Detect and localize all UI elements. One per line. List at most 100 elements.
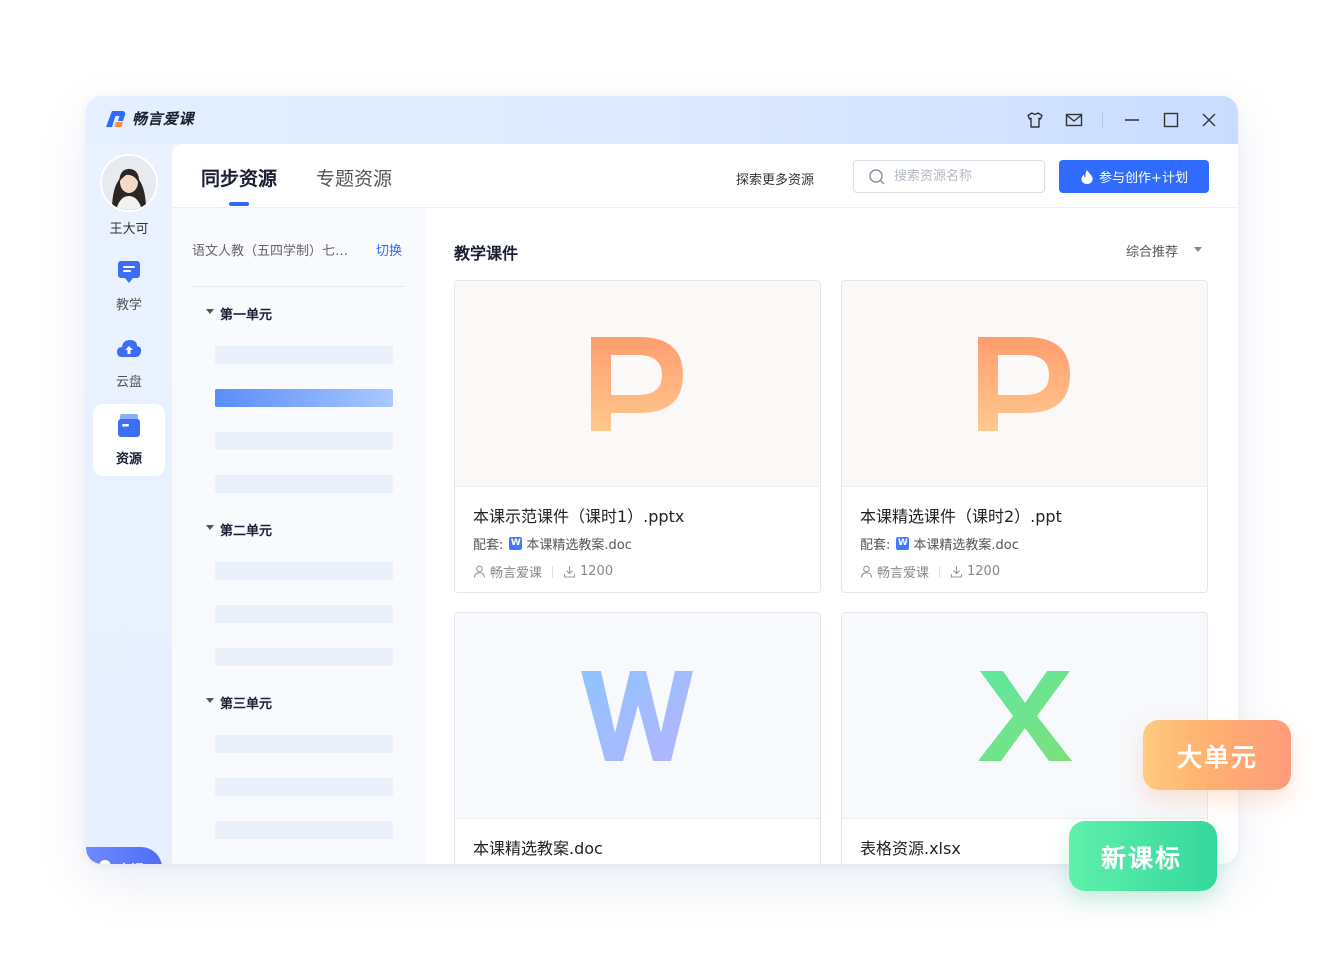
sort-dropdown[interactable]: 综合推荐: [1126, 241, 1178, 260]
expand-arrow-icon[interactable]: [206, 309, 214, 314]
matching-label: 配套:: [860, 538, 891, 553]
lesson-item[interactable]: [215, 735, 393, 753]
lesson-item[interactable]: [215, 648, 393, 666]
download-icon: [563, 566, 576, 578]
app-name: 畅言爱课: [132, 110, 195, 128]
shirt-icon[interactable]: [1025, 110, 1045, 130]
file-name: 本课精选教案.doc: [473, 839, 603, 858]
unit-title[interactable]: 第二单元: [220, 520, 272, 539]
expand-arrow-icon[interactable]: [206, 525, 214, 530]
textbook-outline: 语文人教（五四学制）七… 切换 第一单元 第二单元 第三单元: [172, 208, 426, 864]
author: 畅言爱课: [877, 566, 930, 581]
stage: 畅言爱课 王大可 教学 云盘 资源 同步资源 专题资源 探索更多资源 搜索资源名…: [0, 0, 1324, 960]
search-input[interactable]: [894, 169, 1034, 184]
card-thumbnail: [842, 281, 1207, 487]
nav-item-resources[interactable]: 资源: [93, 404, 165, 476]
matching-resource: 配套: W 本课精选教案.doc: [860, 534, 1019, 553]
file-name: 本课示范课件（课时1）.pptx: [473, 507, 685, 526]
meta-divider: [552, 565, 554, 578]
section-title: 教学课件: [454, 244, 519, 263]
lesson-item[interactable]: [215, 605, 393, 623]
unit-title[interactable]: 第一单元: [220, 304, 272, 323]
matching-resource: 配套: W 本课精选教案.doc: [473, 534, 632, 553]
lesson-item[interactable]: [215, 346, 393, 364]
lesson-item[interactable]: [215, 778, 393, 796]
textbook-grade: 语文人教（五四学制）七…: [192, 244, 349, 259]
nav-item-label: 教学: [115, 298, 142, 313]
close-icon[interactable]: [1199, 110, 1219, 130]
active-tab-indicator: [229, 202, 249, 206]
app-window: 畅言爱课 王大可 教学 云盘 资源 同步资源 专题资源 探索更多资源 搜索资源名…: [86, 96, 1238, 864]
maximize-icon[interactable]: [1161, 110, 1181, 130]
nav-item-cloud[interactable]: 云盘: [93, 327, 165, 399]
join-creation-button[interactable]: 参与创作+计划: [1059, 160, 1209, 193]
meta-divider: [939, 565, 941, 578]
search-box[interactable]: [853, 160, 1045, 193]
unit-title[interactable]: 第三单元: [220, 693, 272, 712]
matching-file-link[interactable]: 本课精选教案.doc: [913, 534, 1019, 553]
user-icon: [473, 565, 486, 578]
card-meta: 畅言爱课 1200: [473, 562, 613, 581]
start-class-button[interactable]: 上课: [86, 847, 162, 864]
title-bar: 畅言爱课: [86, 96, 1238, 144]
nav-item-label: 资源: [115, 452, 142, 467]
author: 畅言爱课: [490, 566, 543, 581]
start-class-label: 上课: [118, 859, 144, 865]
expand-arrow-icon[interactable]: [206, 698, 214, 703]
card-meta: 畅言爱课 1200: [860, 562, 1000, 581]
resource-card[interactable]: 本课精选课件（课时2）.ppt 配套: W 本课精选教案.doc 畅言爱课 12…: [841, 280, 1208, 593]
user-icon: [860, 565, 873, 578]
avatar-photo: [102, 156, 156, 210]
search-icon: [869, 168, 885, 184]
resource-box-icon: [118, 414, 140, 437]
download-count: 1200: [580, 564, 614, 579]
ppt-file-icon: [591, 337, 683, 431]
bell-icon: [99, 860, 111, 864]
card-thumbnail: [455, 281, 820, 487]
side-navigation: 王大可 教学 云盘 资源: [86, 144, 172, 864]
tab-sync-resources[interactable]: 同步资源: [201, 164, 277, 191]
lesson-item[interactable]: [215, 432, 393, 450]
new-standard-badge: 新课标: [1069, 821, 1217, 891]
word-file-icon: W: [896, 537, 910, 550]
teaching-icon: [118, 261, 140, 283]
resource-card[interactable]: 本课精选教案.doc: [454, 612, 821, 864]
user-name: 王大可: [109, 222, 149, 237]
logo-mark-icon: [106, 110, 126, 127]
new-standard-label: 新课标: [1101, 844, 1183, 873]
flame-icon: [1081, 169, 1093, 184]
nav-item-teaching[interactable]: 教学: [93, 250, 165, 322]
word-file-icon: W: [509, 537, 523, 550]
lesson-item[interactable]: [215, 475, 393, 493]
big-unit-badge: 大单元: [1143, 720, 1291, 790]
main-panel: 同步资源 专题资源 探索更多资源 参与创作+计划: [172, 144, 1238, 864]
switch-textbook-link[interactable]: 切换: [376, 240, 402, 259]
matching-file-link[interactable]: 本课精选教案.doc: [526, 534, 632, 553]
resource-card[interactable]: 本课示范课件（课时1）.pptx 配套: W 本课精选教案.doc 畅言爱课 1…: [454, 280, 821, 593]
nav-item-label: 云盘: [115, 375, 142, 390]
minimize-icon[interactable]: [1122, 110, 1142, 130]
file-name: 本课精选课件（课时2）.ppt: [860, 507, 1062, 526]
mail-icon[interactable]: [1064, 110, 1084, 130]
titlebar-divider: [1102, 112, 1103, 128]
lesson-item-selected[interactable]: [215, 389, 393, 407]
cloud-upload-icon: [117, 340, 142, 357]
app-logo: 畅言爱课: [104, 108, 194, 129]
download-icon: [950, 566, 963, 578]
big-unit-label: 大单元: [1177, 743, 1259, 772]
matching-label: 配套:: [473, 538, 504, 553]
ppt-file-icon: [978, 337, 1070, 431]
card-thumbnail: [455, 613, 820, 819]
word-doc-icon: [581, 671, 693, 761]
join-creation-label: 参与创作+计划: [1099, 171, 1188, 186]
file-name: 表格资源.xlsx: [860, 839, 961, 858]
lesson-item[interactable]: [215, 821, 393, 839]
avatar[interactable]: [100, 154, 158, 212]
lesson-item[interactable]: [215, 562, 393, 580]
dropdown-arrow-icon[interactable]: [1194, 247, 1202, 252]
header-bar: 同步资源 专题资源 探索更多资源 参与创作+计划: [172, 144, 1238, 208]
outline-divider: [192, 286, 405, 287]
tab-topic-resources[interactable]: 专题资源: [316, 164, 392, 191]
explore-more-link[interactable]: 探索更多资源: [736, 169, 814, 188]
download-count: 1200: [967, 564, 1001, 579]
